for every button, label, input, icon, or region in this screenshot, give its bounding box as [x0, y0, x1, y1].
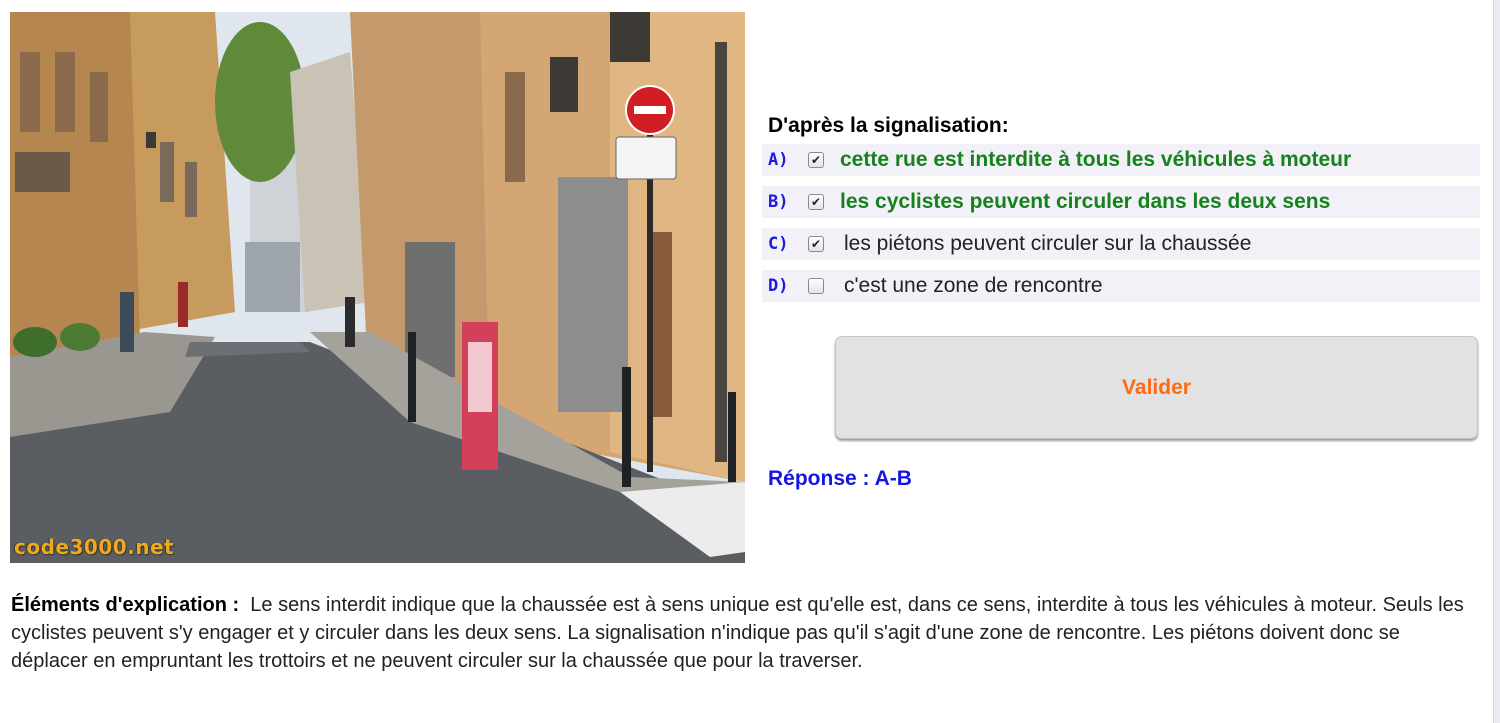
response-text: Réponse : A-B [768, 467, 912, 490]
answer-text: les cyclistes peuvent circuler dans les … [840, 190, 1331, 213]
answer-list: A) ✔ cette rue est interdite à tous les … [762, 144, 1480, 312]
answer-checkbox-d[interactable] [808, 278, 824, 294]
answer-option-d[interactable]: D) c'est une zone de rencontre [762, 270, 1480, 302]
checkmark-icon: ✔ [810, 195, 822, 209]
answer-option-a[interactable]: A) ✔ cette rue est interdite à tous les … [762, 144, 1480, 176]
answer-letter: A) [768, 150, 789, 170]
answer-letter: B) [768, 192, 789, 212]
answer-text: les piétons peuvent circuler sur la chau… [844, 232, 1252, 255]
vertical-scrollbar[interactable] [1493, 0, 1500, 723]
photo-watermark: code3000.net [14, 535, 175, 559]
answer-option-b[interactable]: B) ✔ les cyclistes peuvent circuler dans… [762, 186, 1480, 218]
question-title: D'après la signalisation: [768, 114, 1009, 137]
answer-text: cette rue est interdite à tous les véhic… [840, 148, 1352, 171]
street-photo: code3000.net [10, 12, 745, 563]
validate-button[interactable]: Valider [835, 336, 1478, 439]
answer-text: c'est une zone de rencontre [844, 274, 1103, 297]
answer-letter: C) [768, 234, 789, 254]
street-scene-illustration [10, 12, 745, 563]
answer-checkbox-a[interactable]: ✔ [808, 152, 824, 168]
answer-checkbox-b[interactable]: ✔ [808, 194, 824, 210]
checkmark-icon: ✔ [810, 153, 822, 167]
answer-option-c[interactable]: C) ✔ les piétons peuvent circuler sur la… [762, 228, 1480, 260]
explanation-label: Éléments d'explication : [11, 594, 240, 616]
answer-letter: D) [768, 276, 789, 296]
answer-checkbox-c[interactable]: ✔ [808, 236, 824, 252]
explanation-block: Éléments d'explication : Le sens interdi… [11, 591, 1471, 675]
checkmark-icon: ✔ [810, 237, 822, 251]
